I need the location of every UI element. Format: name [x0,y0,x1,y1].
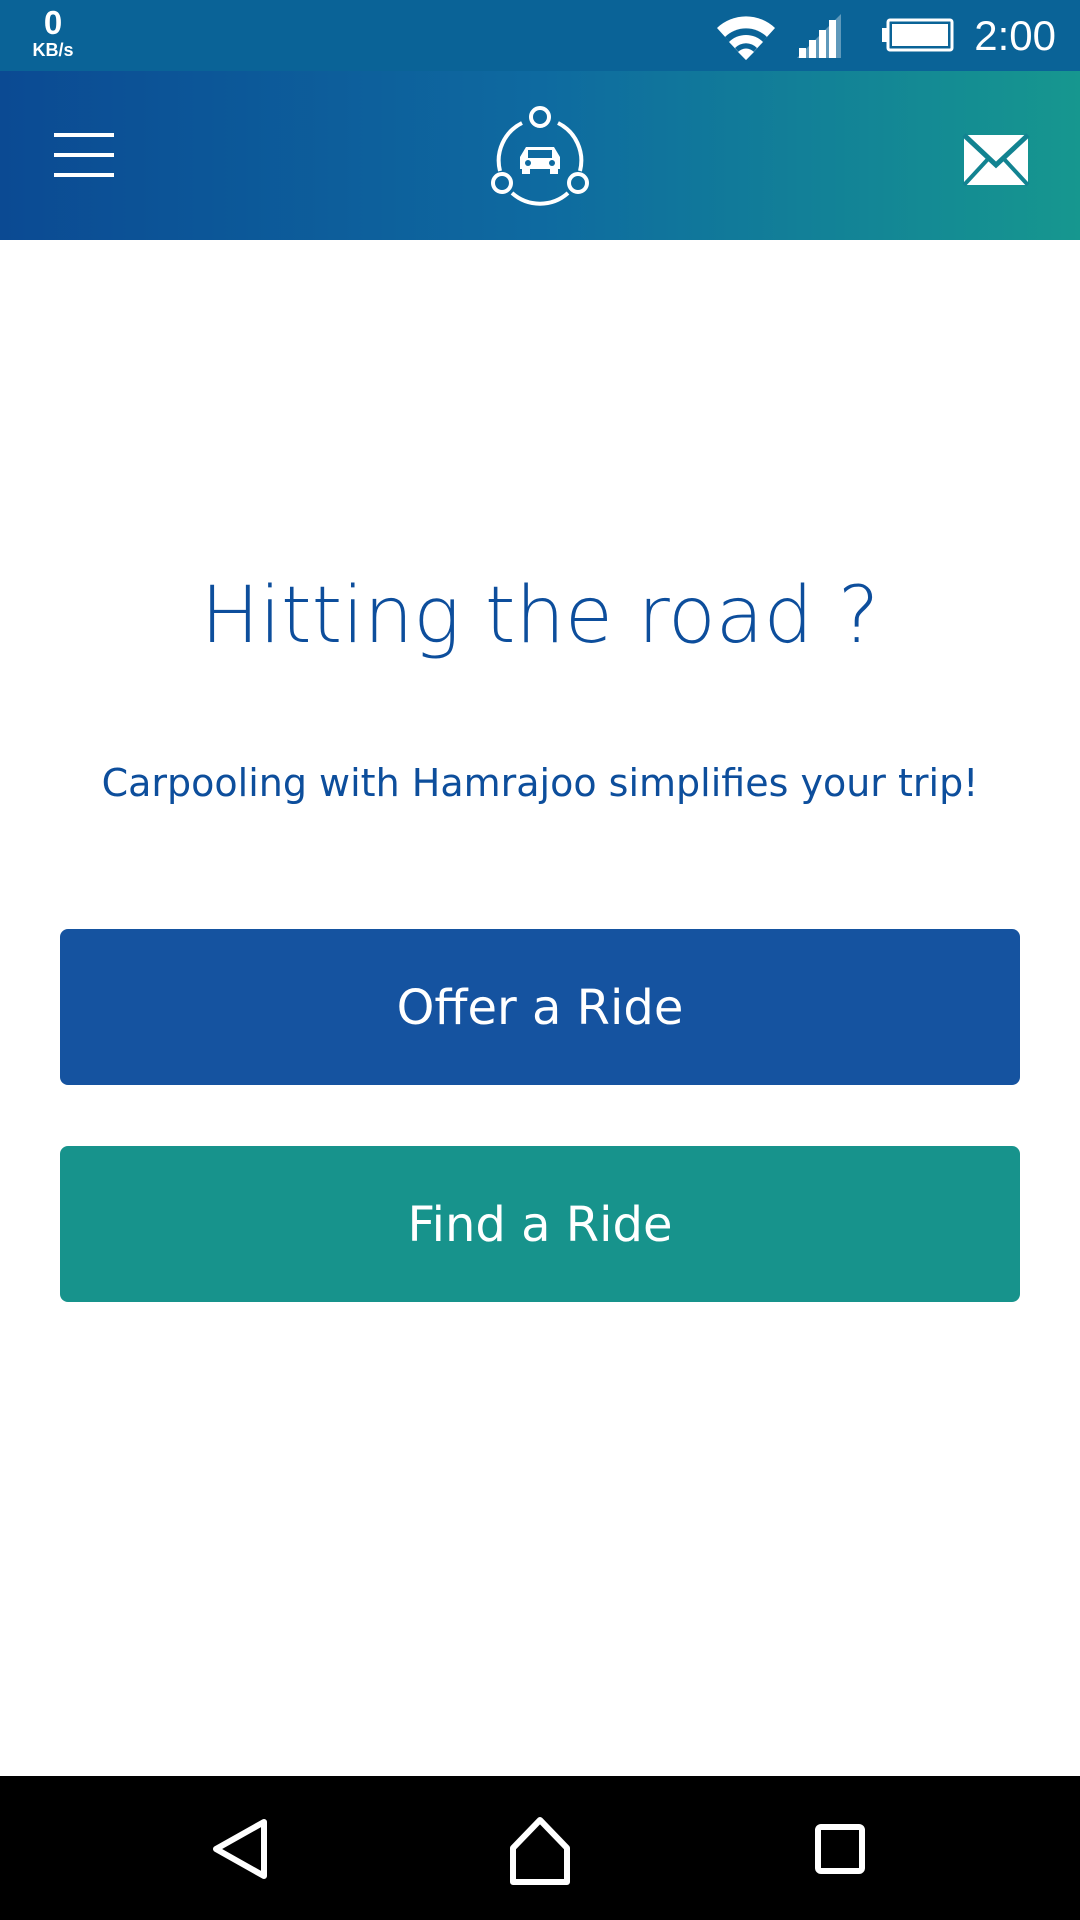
page-title: Hitting the road ? [200,571,880,661]
back-button[interactable] [196,1804,286,1894]
status-time: 2:00 [974,12,1056,59]
navigation-bar [0,1776,1080,1920]
recents-icon [815,1824,865,1874]
network-speed-unit: KB/s [32,40,74,60]
app-bar [0,71,1080,240]
hamburger-menu-icon [54,133,114,177]
battery-icon [882,18,954,52]
signal-icon [797,14,841,58]
find-ride-button[interactable]: Find a Ride [60,1146,1020,1302]
wifi-icon [717,16,775,60]
back-icon [213,1819,267,1879]
menu-button[interactable] [40,119,128,191]
network-speed-value: 0 [43,4,63,41]
recents-button[interactable] [795,1804,885,1894]
home-button[interactable] [495,1804,585,1894]
home-icon [510,1817,570,1885]
offer-ride-button[interactable]: Offer a Ride [60,929,1020,1085]
mail-button[interactable] [950,123,1040,193]
mail-icon [962,133,1030,187]
network-speed: 0 KB/s [24,6,82,59]
status-bar: 0 KB/s 2:00 [0,0,1080,71]
carpool-logo-icon [491,106,589,206]
page-subtitle: Carpooling with Hamrajoo simplifies your… [101,761,979,805]
